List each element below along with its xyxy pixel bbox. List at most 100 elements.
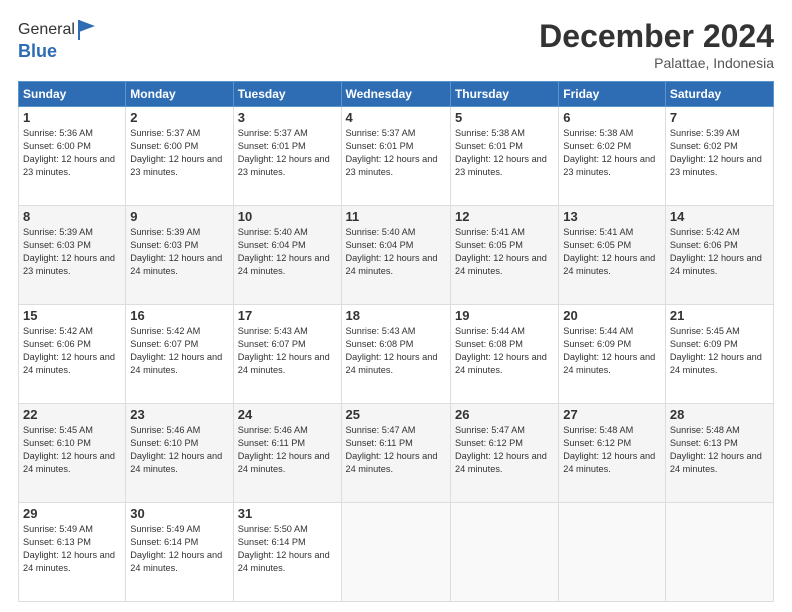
day-number: 10 [238, 209, 337, 224]
day-number: 13 [563, 209, 661, 224]
day-info: Sunrise: 5:39 AMSunset: 6:03 PMDaylight:… [130, 226, 228, 278]
calendar-cell: 2 Sunrise: 5:37 AMSunset: 6:00 PMDaylight… [126, 107, 233, 206]
calendar-cell: 22 Sunrise: 5:45 AMSunset: 6:10 PMDayligh… [19, 404, 126, 503]
logo: General Blue [18, 18, 97, 61]
day-number: 14 [670, 209, 769, 224]
day-number: 26 [455, 407, 554, 422]
day-info: Sunrise: 5:44 AMSunset: 6:09 PMDaylight:… [563, 325, 661, 377]
calendar-cell: 19 Sunrise: 5:44 AMSunset: 6:08 PMDayligh… [450, 305, 558, 404]
day-info: Sunrise: 5:41 AMSunset: 6:05 PMDaylight:… [563, 226, 661, 278]
calendar-cell: 14 Sunrise: 5:42 AMSunset: 6:06 PMDayligh… [665, 206, 773, 305]
day-number: 8 [23, 209, 121, 224]
day-number: 4 [346, 110, 446, 125]
logo-blue-text: Blue [18, 42, 97, 61]
calendar-cell: 17 Sunrise: 5:43 AMSunset: 6:07 PMDayligh… [233, 305, 341, 404]
day-info: Sunrise: 5:36 AMSunset: 6:00 PMDaylight:… [23, 127, 121, 179]
day-info: Sunrise: 5:43 AMSunset: 6:07 PMDaylight:… [238, 325, 337, 377]
day-number: 27 [563, 407, 661, 422]
logo-flag-icon [77, 18, 97, 42]
calendar-cell: 25 Sunrise: 5:47 AMSunset: 6:11 PMDayligh… [341, 404, 450, 503]
calendar-table: SundayMondayTuesdayWednesdayThursdayFrid… [18, 81, 774, 602]
day-info: Sunrise: 5:43 AMSunset: 6:08 PMDaylight:… [346, 325, 446, 377]
day-info: Sunrise: 5:37 AMSunset: 6:00 PMDaylight:… [130, 127, 228, 179]
calendar-cell: 21Sunrise: 5:45 AMSunset: 6:09 PMDayligh… [665, 305, 773, 404]
day-number: 20 [563, 308, 661, 323]
day-info: Sunrise: 5:46 AMSunset: 6:11 PMDaylight:… [238, 424, 337, 476]
header: General Blue December 2024 Palattae, Ind… [18, 18, 774, 71]
day-info: Sunrise: 5:49 AMSunset: 6:13 PMDaylight:… [23, 523, 121, 575]
calendar-cell [559, 503, 666, 602]
day-info: Sunrise: 5:47 AMSunset: 6:11 PMDaylight:… [346, 424, 446, 476]
day-info: Sunrise: 5:47 AMSunset: 6:12 PMDaylight:… [455, 424, 554, 476]
day-info: Sunrise: 5:49 AMSunset: 6:14 PMDaylight:… [130, 523, 228, 575]
calendar-cell: 18Sunrise: 5:43 AMSunset: 6:08 PMDayligh… [341, 305, 450, 404]
day-number: 22 [23, 407, 121, 422]
day-info: Sunrise: 5:44 AMSunset: 6:08 PMDaylight:… [455, 325, 554, 377]
day-info: Sunrise: 5:46 AMSunset: 6:10 PMDaylight:… [130, 424, 228, 476]
calendar-cell: 4 Sunrise: 5:37 AMSunset: 6:01 PMDaylight… [341, 107, 450, 206]
day-number: 23 [130, 407, 228, 422]
calendar-cell: 29 Sunrise: 5:49 AMSunset: 6:13 PMDayligh… [19, 503, 126, 602]
day-info: Sunrise: 5:40 AMSunset: 6:04 PMDaylight:… [346, 226, 446, 278]
day-number: 17 [238, 308, 337, 323]
calendar-cell: 26 Sunrise: 5:47 AMSunset: 6:12 PMDayligh… [450, 404, 558, 503]
calendar-cell [450, 503, 558, 602]
day-header-saturday: Saturday [665, 82, 773, 107]
day-number: 21 [670, 308, 769, 323]
calendar-cell: 7Sunrise: 5:39 AMSunset: 6:02 PMDaylight… [665, 107, 773, 206]
calendar-cell: 12 Sunrise: 5:41 AMSunset: 6:05 PMDayligh… [450, 206, 558, 305]
day-header-wednesday: Wednesday [341, 82, 450, 107]
day-number: 29 [23, 506, 121, 521]
day-number: 3 [238, 110, 337, 125]
title-block: December 2024 Palattae, Indonesia [539, 18, 774, 71]
day-number: 25 [346, 407, 446, 422]
calendar-cell: 24 Sunrise: 5:46 AMSunset: 6:11 PMDayligh… [233, 404, 341, 503]
day-header-friday: Friday [559, 82, 666, 107]
day-number: 6 [563, 110, 661, 125]
day-info: Sunrise: 5:48 AMSunset: 6:13 PMDaylight:… [670, 424, 769, 476]
day-number: 5 [455, 110, 554, 125]
day-number: 2 [130, 110, 228, 125]
day-number: 15 [23, 308, 121, 323]
calendar-cell [341, 503, 450, 602]
calendar-cell: 13 Sunrise: 5:41 AMSunset: 6:05 PMDayligh… [559, 206, 666, 305]
day-info: Sunrise: 5:45 AMSunset: 6:10 PMDaylight:… [23, 424, 121, 476]
day-number: 11 [346, 209, 446, 224]
day-number: 1 [23, 110, 121, 125]
day-header-sunday: Sunday [19, 82, 126, 107]
day-info: Sunrise: 5:41 AMSunset: 6:05 PMDaylight:… [455, 226, 554, 278]
location: Palattae, Indonesia [539, 55, 774, 71]
day-info: Sunrise: 5:50 AMSunset: 6:14 PMDaylight:… [238, 523, 337, 575]
day-info: Sunrise: 5:42 AMSunset: 6:06 PMDaylight:… [670, 226, 769, 278]
day-header-monday: Monday [126, 82, 233, 107]
calendar-cell: 23 Sunrise: 5:46 AMSunset: 6:10 PMDayligh… [126, 404, 233, 503]
day-number: 31 [238, 506, 337, 521]
day-info: Sunrise: 5:38 AMSunset: 6:02 PMDaylight:… [563, 127, 661, 179]
day-number: 24 [238, 407, 337, 422]
day-number: 12 [455, 209, 554, 224]
day-number: 28 [670, 407, 769, 422]
calendar-cell: 31 Sunrise: 5:50 AMSunset: 6:14 PMDayligh… [233, 503, 341, 602]
calendar-cell: 1 Sunrise: 5:36 AMSunset: 6:00 PMDaylight… [19, 107, 126, 206]
calendar-cell: 9Sunrise: 5:39 AMSunset: 6:03 PMDaylight… [126, 206, 233, 305]
calendar-cell: 28 Sunrise: 5:48 AMSunset: 6:13 PMDayligh… [665, 404, 773, 503]
day-info: Sunrise: 5:37 AMSunset: 6:01 PMDaylight:… [238, 127, 337, 179]
calendar-cell: 20 Sunrise: 5:44 AMSunset: 6:09 PMDayligh… [559, 305, 666, 404]
calendar-cell: 27Sunrise: 5:48 AMSunset: 6:12 PMDayligh… [559, 404, 666, 503]
day-number: 16 [130, 308, 228, 323]
page: General Blue December 2024 Palattae, Ind… [0, 0, 792, 612]
day-number: 19 [455, 308, 554, 323]
calendar-cell: 30 Sunrise: 5:49 AMSunset: 6:14 PMDayligh… [126, 503, 233, 602]
calendar-cell [665, 503, 773, 602]
day-info: Sunrise: 5:39 AMSunset: 6:02 PMDaylight:… [670, 127, 769, 179]
calendar-cell: 6 Sunrise: 5:38 AMSunset: 6:02 PMDaylight… [559, 107, 666, 206]
calendar-cell: 3 Sunrise: 5:37 AMSunset: 6:01 PMDaylight… [233, 107, 341, 206]
day-number: 30 [130, 506, 228, 521]
day-info: Sunrise: 5:39 AMSunset: 6:03 PMDaylight:… [23, 226, 121, 278]
calendar-cell: 5Sunrise: 5:38 AMSunset: 6:01 PMDaylight… [450, 107, 558, 206]
day-info: Sunrise: 5:42 AMSunset: 6:06 PMDaylight:… [23, 325, 121, 377]
day-info: Sunrise: 5:40 AMSunset: 6:04 PMDaylight:… [238, 226, 337, 278]
day-info: Sunrise: 5:37 AMSunset: 6:01 PMDaylight:… [346, 127, 446, 179]
calendar-cell: 16Sunrise: 5:42 AMSunset: 6:07 PMDayligh… [126, 305, 233, 404]
calendar-cell: 10 Sunrise: 5:40 AMSunset: 6:04 PMDayligh… [233, 206, 341, 305]
